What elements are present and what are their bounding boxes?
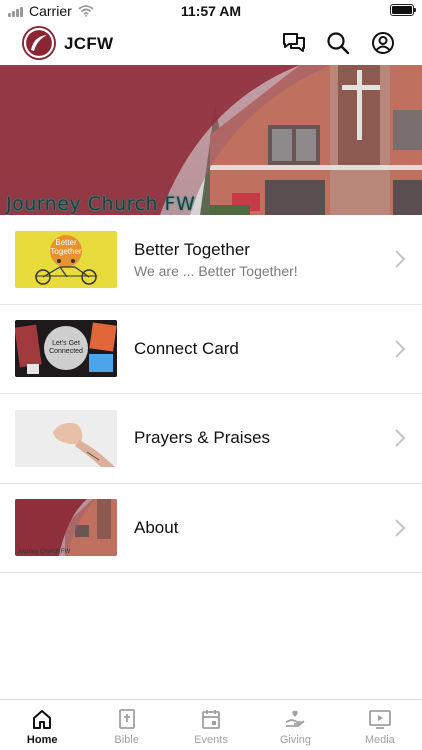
about-thumbnail: Journey Church FW bbox=[15, 499, 117, 557]
item-text: Prayers & Praises bbox=[134, 428, 270, 448]
hero-banner: Journey Church FW bbox=[0, 65, 422, 215]
home-icon bbox=[33, 710, 52, 729]
account-icon bbox=[372, 32, 394, 54]
tab-bible[interactable]: Bible bbox=[84, 700, 168, 750]
app-header: JCFW bbox=[0, 22, 422, 65]
search-icon bbox=[327, 32, 350, 55]
battery-icon bbox=[390, 4, 416, 16]
item-text: Better Together We are ... Better Togeth… bbox=[134, 240, 298, 279]
tab-bar: Home Bible Events Giving Media bbox=[0, 699, 422, 750]
list-item-prayers-praises[interactable]: Prayers & Praises bbox=[0, 394, 422, 484]
search-button[interactable] bbox=[325, 30, 351, 56]
connect-card-thumb-label: Let's Get Connected bbox=[49, 340, 83, 356]
prayers-praises-thumbnail bbox=[15, 409, 117, 467]
tab-label: Giving bbox=[279, 734, 312, 746]
chevron-right-icon bbox=[395, 429, 406, 447]
content-list: Better Together Better Together We are .… bbox=[0, 215, 422, 573]
tab-events[interactable]: Events bbox=[169, 700, 253, 750]
tab-label: Home bbox=[26, 734, 58, 746]
battery-fill bbox=[392, 6, 412, 14]
app-title: JCFW bbox=[64, 34, 114, 53]
about-thumb-label: Journey Church FW bbox=[17, 549, 71, 556]
better-together-thumb-label: Better Together bbox=[50, 237, 82, 256]
list-item-better-together[interactable]: Better Together Better Together We are .… bbox=[0, 215, 422, 305]
media-icon bbox=[368, 710, 391, 729]
chevron-right-icon bbox=[395, 340, 406, 358]
tab-label: Events bbox=[194, 734, 228, 746]
list-item-about[interactable]: Journey Church FW About bbox=[0, 484, 422, 573]
better-together-thumbnail: Better Together bbox=[15, 230, 117, 288]
item-text: About bbox=[134, 518, 178, 538]
item-title: Better Together bbox=[134, 239, 250, 259]
tab-media[interactable]: Media bbox=[338, 700, 422, 750]
calendar-icon bbox=[202, 710, 220, 729]
tab-home[interactable]: Home bbox=[0, 700, 84, 750]
item-title: About bbox=[134, 517, 179, 537]
status-time: 11:57 AM bbox=[180, 3, 242, 19]
item-title: Connect Card bbox=[134, 338, 239, 358]
item-title: Prayers & Praises bbox=[134, 428, 271, 448]
chevron-right-icon bbox=[395, 250, 406, 268]
hero-caption: Journey Church FW bbox=[6, 193, 196, 215]
chat-icon bbox=[283, 33, 305, 52]
tab-label: Media bbox=[364, 734, 395, 746]
chevron-right-icon bbox=[395, 519, 406, 537]
connect-card-thumbnail: Let's Get Connected bbox=[15, 320, 117, 378]
item-subtitle: We are ... Better Together! bbox=[134, 262, 298, 279]
account-button[interactable] bbox=[370, 30, 396, 56]
tab-label: Bible bbox=[114, 734, 139, 746]
status-bar: Carrier 11:57 AM bbox=[0, 0, 422, 22]
list-item-connect-card[interactable]: Let's Get Connected Connect Card bbox=[0, 305, 422, 394]
church-logo bbox=[22, 26, 56, 60]
tab-giving[interactable]: Giving bbox=[253, 700, 337, 750]
status-right bbox=[390, 4, 416, 16]
bible-icon bbox=[118, 709, 135, 729]
chat-button[interactable] bbox=[281, 30, 307, 56]
item-text: Connect Card bbox=[134, 339, 239, 359]
giving-icon bbox=[286, 710, 305, 727]
